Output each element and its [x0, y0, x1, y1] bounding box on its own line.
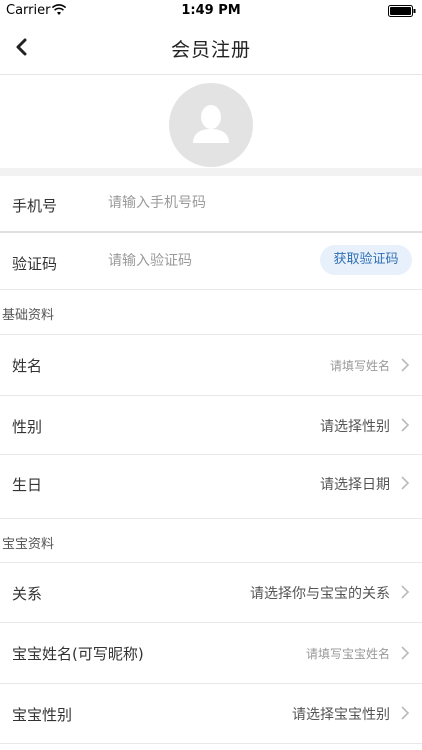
section-title-basic: 基础资料 — [2, 308, 55, 323]
chevron-right-icon — [401, 646, 410, 660]
page-title: 会员注册 — [170, 39, 251, 61]
phone-label: 手机号 — [12, 197, 58, 215]
code-row: 验证码 获取验证码 — [0, 233, 422, 290]
birthday-label: 生日 — [12, 476, 43, 494]
chevron-right-icon — [401, 585, 410, 599]
baby-name-label: 宝宝姓名(可写昵称) — [12, 645, 144, 663]
relation-row[interactable]: 关系 请选择你与宝宝的关系 — [0, 563, 422, 623]
birthday-row[interactable]: 生日 请选择日期 — [0, 455, 422, 519]
baby-gender-value: 请选择宝宝性别 — [292, 707, 390, 723]
get-code-button[interactable]: 获取验证码 — [320, 245, 412, 275]
navigation-bar: 会员注册 — [0, 22, 422, 75]
section-title-baby: 宝宝资料 — [2, 537, 55, 552]
gender-row[interactable]: 性别 请选择性别 — [0, 396, 422, 455]
name-value: 请填写姓名 — [329, 359, 390, 373]
baby-gender-label: 宝宝性别 — [12, 706, 73, 724]
section-header-baby: 宝宝资料 — [0, 519, 422, 563]
code-input[interactable] — [108, 253, 308, 269]
relation-value: 请选择你与宝宝的关系 — [250, 586, 390, 602]
baby-name-value: 请填写宝宝姓名 — [305, 647, 390, 661]
chevron-right-icon — [401, 706, 410, 720]
chevron-right-icon — [401, 358, 410, 372]
divider-band — [0, 168, 422, 176]
gender-label: 性别 — [12, 418, 43, 436]
battery-icon — [388, 5, 416, 17]
avatar[interactable] — [169, 83, 253, 167]
birthday-value: 请选择日期 — [320, 477, 390, 493]
phone-input[interactable] — [108, 195, 308, 211]
chevron-right-icon — [401, 418, 410, 432]
name-row[interactable]: 姓名 请填写姓名 — [0, 335, 422, 396]
phone-row: 手机号 — [0, 176, 422, 233]
gender-value: 请选择性别 — [320, 419, 390, 435]
chevron-right-icon — [401, 476, 410, 490]
section-header-basic: 基础资料 — [0, 290, 422, 335]
status-bar: Carrier 1:49 PM — [0, 0, 422, 22]
clock: 1:49 PM — [181, 3, 241, 18]
name-label: 姓名 — [12, 357, 43, 375]
baby-gender-row[interactable]: 宝宝性别 请选择宝宝性别 — [0, 684, 422, 744]
relation-label: 关系 — [12, 585, 43, 603]
avatar-placeholder-icon — [193, 105, 229, 143]
avatar-section — [0, 75, 422, 168]
baby-name-row[interactable]: 宝宝姓名(可写昵称) 请填写宝宝姓名 — [0, 623, 422, 684]
code-label: 验证码 — [12, 255, 58, 273]
